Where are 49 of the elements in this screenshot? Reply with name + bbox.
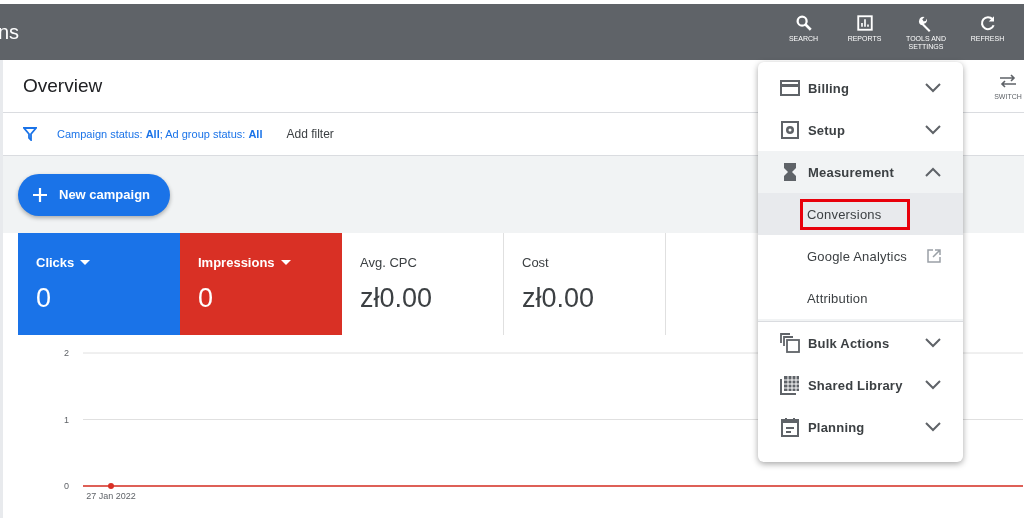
metric-card[interactable]: Impressions 0	[180, 233, 342, 335]
metric-value: zł0.00	[522, 283, 596, 314]
chevron-down-icon	[925, 125, 941, 135]
calendar-icon	[781, 417, 799, 437]
chevron-down-icon	[925, 338, 941, 348]
hourglass-icon	[783, 162, 797, 182]
search-icon	[794, 13, 813, 32]
plus-icon	[33, 187, 47, 202]
bar-chart-icon	[855, 13, 874, 32]
app-title: ns	[0, 20, 21, 44]
axis-tick-label: 1	[64, 414, 69, 425]
metric-label: Avg. CPC	[360, 254, 417, 270]
axis-tick-label: 27 Jan 2022	[86, 491, 136, 501]
external-link-icon	[927, 249, 941, 263]
submenu-item[interactable]: Conversions	[758, 193, 963, 235]
menu-item[interactable]: Setup	[758, 109, 963, 151]
axis-tick-label: 2	[64, 348, 69, 358]
metric-label: Clicks	[36, 254, 75, 270]
filter-summary[interactable]: Campaign status: All; Ad group status: All	[57, 128, 263, 140]
metric-value: zł0.00	[360, 283, 434, 314]
swap-icon	[999, 72, 1017, 89]
page-title: Overview	[23, 75, 103, 97]
copy-icon	[780, 333, 800, 353]
menu-item[interactable]: Bulk Actions	[758, 322, 963, 364]
add-filter-button[interactable]: Add filter	[286, 127, 334, 141]
metric-label: Cost	[522, 254, 549, 270]
chevron-down-icon	[925, 422, 941, 432]
axis-tick-label: 0	[64, 481, 69, 491]
submenu-item[interactable]: Attribution	[758, 277, 963, 319]
chevron-down-icon	[925, 83, 941, 93]
metric-value: 0	[36, 283, 53, 314]
menu-item[interactable]: Billing	[758, 67, 963, 109]
metric-card[interactable]: Clicks 0	[18, 233, 180, 335]
dropdown-arrow-icon	[80, 259, 91, 265]
gear-icon	[781, 121, 799, 139]
metric-value: 0	[198, 283, 215, 314]
submenu-item[interactable]: Google Analytics	[758, 235, 963, 277]
refresh-icon	[978, 13, 997, 32]
filter-icon[interactable]	[23, 127, 37, 141]
menu-item[interactable]: Measurement	[758, 151, 963, 193]
menu-item[interactable]: Shared Library	[758, 364, 963, 406]
dropdown-arrow-icon	[280, 259, 291, 265]
metric-label: Impressions	[198, 254, 275, 270]
grid-icon	[780, 375, 800, 395]
chevron-up-icon	[925, 167, 941, 177]
menu-item[interactable]: Planning	[758, 406, 963, 448]
credit-card-icon	[780, 79, 800, 97]
new-campaign-button[interactable]: New campaign	[18, 173, 171, 216]
chevron-down-icon	[925, 380, 941, 390]
